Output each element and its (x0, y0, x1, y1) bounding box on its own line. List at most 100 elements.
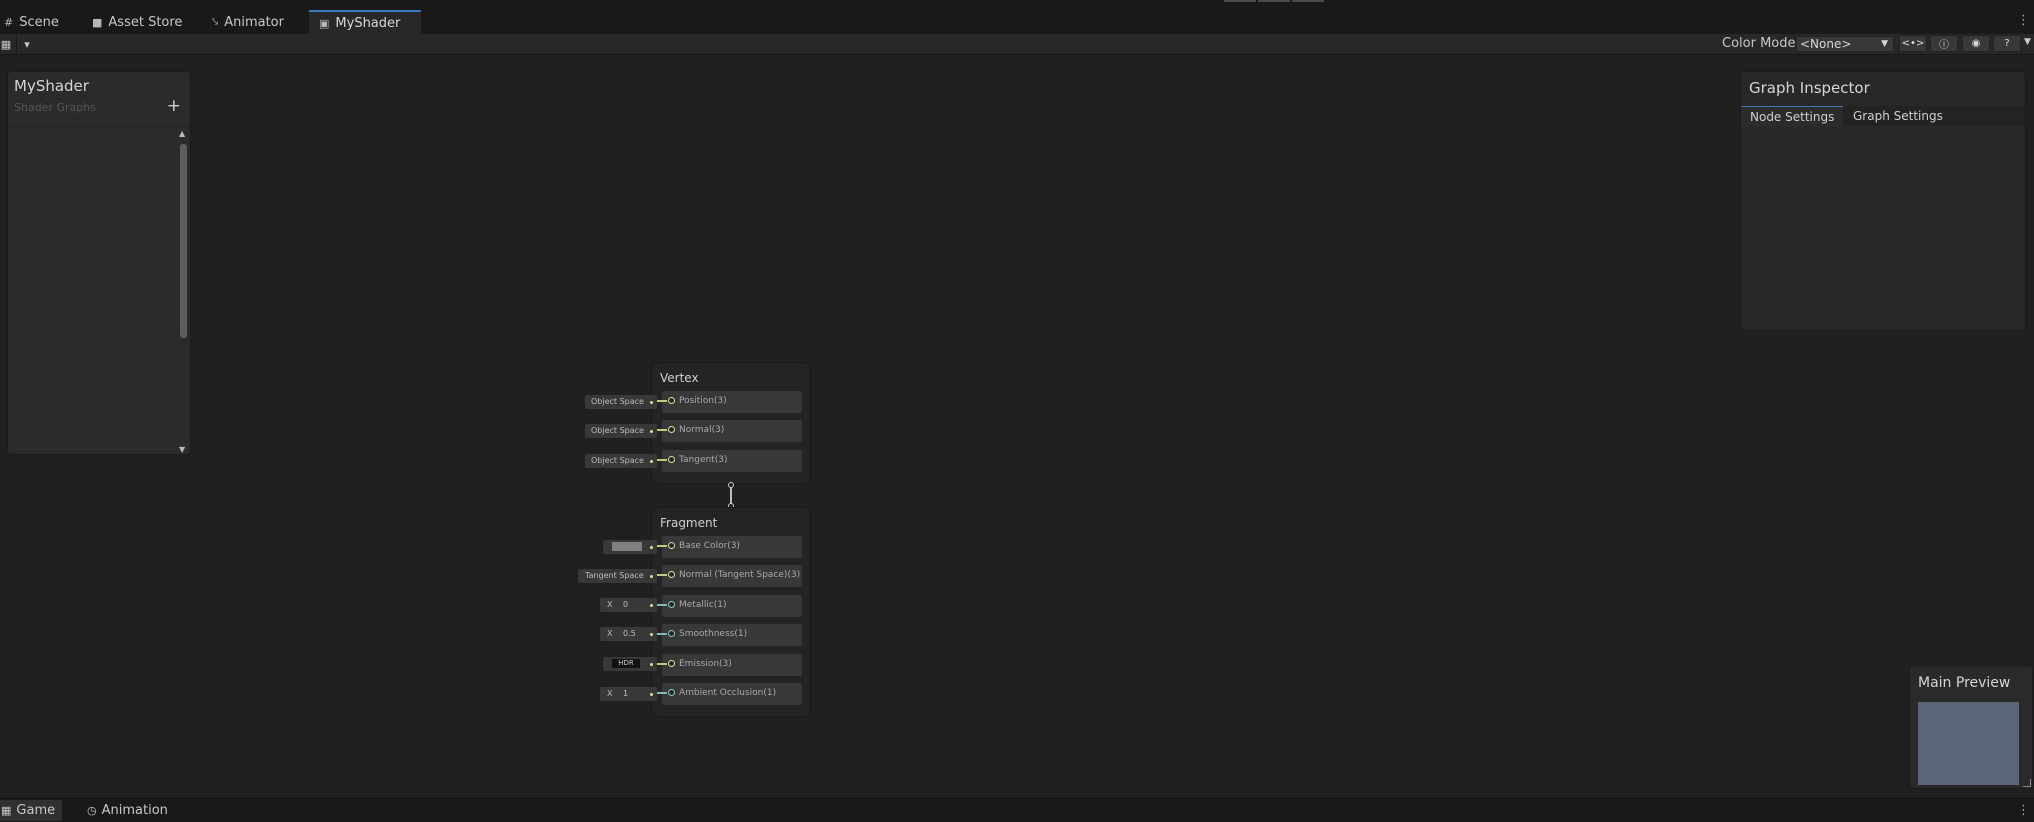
slot-tangent[interactable]: Tangent(3) (657, 450, 802, 472)
more-options-icon[interactable]: ⋮ (2017, 803, 2030, 818)
scroll-down-icon[interactable]: ▼ (179, 445, 185, 454)
fragment-title: Fragment (660, 516, 718, 530)
connector-dot (650, 430, 653, 433)
slot-emission[interactable]: Emission(3) (657, 654, 802, 676)
tab-asset-store[interactable]: ■ Asset Store (82, 10, 192, 34)
normal-space-field[interactable]: Object Space (585, 424, 657, 438)
base-color-field[interactable] (603, 540, 657, 554)
port-wire (657, 692, 667, 694)
port-wire (657, 633, 667, 635)
connector-dot (650, 460, 653, 463)
slot-base-color[interactable]: Base Color(3) (657, 536, 802, 558)
scroll-up-icon[interactable]: ▲ (179, 129, 185, 138)
connector-dot (650, 633, 653, 636)
normal-port[interactable] (668, 426, 675, 433)
scrollbar-thumb[interactable] (180, 144, 187, 338)
port-wire (657, 604, 667, 606)
graph-inspector-panel[interactable]: Graph Inspector Node Settings Graph Sett… (1740, 71, 2026, 331)
connector-port (728, 482, 734, 488)
tab-myshader[interactable]: ▣ MyShader (309, 10, 421, 34)
fragment-context-block[interactable]: Fragment Base Color(3) Normal (Tangent S… (651, 507, 811, 717)
divider (8, 126, 190, 127)
smoothness-port[interactable] (668, 630, 675, 637)
help-icon[interactable]: ? (1993, 35, 2021, 52)
position-space-field[interactable]: Object Space (585, 395, 657, 409)
blackboard-panel[interactable]: MyShader Shader Graphs + ▲ ▼ (7, 71, 191, 455)
ambient-occlusion-value[interactable]: 1 (623, 687, 628, 701)
connector-dot (650, 401, 653, 404)
window-tab-bar: # Scene ■ Asset Store ⤥ Animator ▣ MySha… (0, 0, 2034, 34)
tab-label: Animator (224, 14, 284, 30)
tangent-port[interactable] (668, 456, 675, 463)
resize-handle[interactable] (2023, 779, 2031, 787)
bag-icon: ■ (92, 15, 103, 29)
ambient-occlusion-field[interactable]: X 1 (600, 687, 657, 701)
info-icon[interactable]: ⓘ (1930, 35, 1958, 52)
connector-dot (650, 604, 653, 607)
slot-label: Emission(3) (679, 659, 732, 669)
vertex-title: Vertex (660, 371, 699, 385)
save-icon[interactable]: ▦ (0, 35, 12, 53)
preview-title: Main Preview (1918, 675, 2011, 691)
chevron-down-icon: ▼ (1881, 39, 1888, 49)
color-mode-value: <None> (1800, 37, 1852, 51)
metallic-value[interactable]: 0 (623, 598, 628, 612)
metallic-field[interactable]: X 0 (600, 598, 657, 612)
shader-graph-icon: ▣ (319, 16, 330, 30)
code-icon[interactable]: <•> (1899, 35, 1927, 52)
clock-icon: ◷ (87, 804, 97, 817)
slot-label: Position(3) (679, 396, 727, 406)
slot-label: Metallic(1) (679, 600, 727, 610)
color-mode-dropdown[interactable]: <None> ▼ (1796, 36, 1894, 52)
toolbar-stub (1258, 0, 1290, 2)
slot-smoothness[interactable]: Smoothness(1) (657, 624, 802, 646)
tab-label: Asset Store (108, 14, 183, 30)
field-value: Object Space (591, 397, 644, 406)
slot-label: Normal(3) (679, 425, 725, 435)
slot-normal[interactable]: Normal(3) (657, 420, 802, 442)
connector-dot (650, 575, 653, 578)
gamepad-icon: ▦ (1, 804, 12, 817)
tab-node-settings[interactable]: Node Settings (1741, 106, 1844, 127)
tab-scene[interactable]: # Scene (0, 10, 69, 34)
chevron-down-icon[interactable]: ▼ (2024, 37, 2031, 47)
base-color-port[interactable] (668, 542, 675, 549)
smoothness-value[interactable]: 0.5 (623, 627, 636, 641)
slot-label: Ambient Occlusion(1) (679, 688, 777, 698)
slot-ambient-occlusion[interactable]: Ambient Occlusion(1) (657, 683, 802, 705)
tab-animator[interactable]: ⤥ Animator (202, 10, 294, 34)
slot-position[interactable]: Position(3) (657, 391, 802, 413)
ambient-occlusion-port[interactable] (668, 689, 675, 696)
hdr-color-box[interactable]: HDR (612, 659, 640, 668)
toolbar-stub (1292, 0, 1324, 2)
emission-field[interactable]: HDR (603, 657, 657, 671)
tab-label: Scene (19, 14, 59, 30)
add-property-button[interactable]: + (167, 96, 181, 116)
normal-port[interactable] (668, 571, 675, 578)
normal-space-field[interactable]: Tangent Space (578, 569, 657, 583)
field-value: Object Space (591, 426, 644, 435)
smoothness-field[interactable]: X 0.5 (600, 627, 657, 641)
blackboard-subtitle: Shader Graphs (14, 101, 96, 114)
tangent-space-field[interactable]: Object Space (585, 454, 657, 468)
chevron-down-icon[interactable]: ▾ (16, 35, 37, 53)
toolbar-stub (1224, 0, 1256, 2)
blackboard-scrollbar[interactable]: ▲ ▼ (177, 129, 189, 454)
tab-game[interactable]: ▦ Game (0, 800, 63, 821)
position-port[interactable] (668, 397, 675, 404)
slot-normal-tangent[interactable]: Normal (Tangent Space)(3) (657, 565, 802, 587)
tab-graph-settings[interactable]: Graph Settings (1844, 106, 1952, 126)
blackboard-title: MyShader (14, 77, 89, 95)
slot-metallic[interactable]: Metallic(1) (657, 595, 802, 617)
preview-viewport[interactable] (1918, 702, 2019, 785)
color-swatch[interactable] (612, 542, 642, 551)
main-preview-panel[interactable]: Main Preview (1909, 665, 2033, 789)
tab-animation[interactable]: ◷ Animation (80, 800, 175, 821)
tab-label: Animation (101, 803, 168, 818)
emission-port[interactable] (668, 660, 675, 667)
metallic-port[interactable] (668, 601, 675, 608)
more-options-icon[interactable]: ⋮ (2017, 13, 2030, 28)
vertex-context-block[interactable]: Vertex Position(3) Normal(3) Tangent(3) (651, 362, 811, 484)
sphere-icon[interactable]: ◉ (1962, 35, 1990, 52)
slot-label: Normal (Tangent Space)(3) (679, 570, 801, 580)
